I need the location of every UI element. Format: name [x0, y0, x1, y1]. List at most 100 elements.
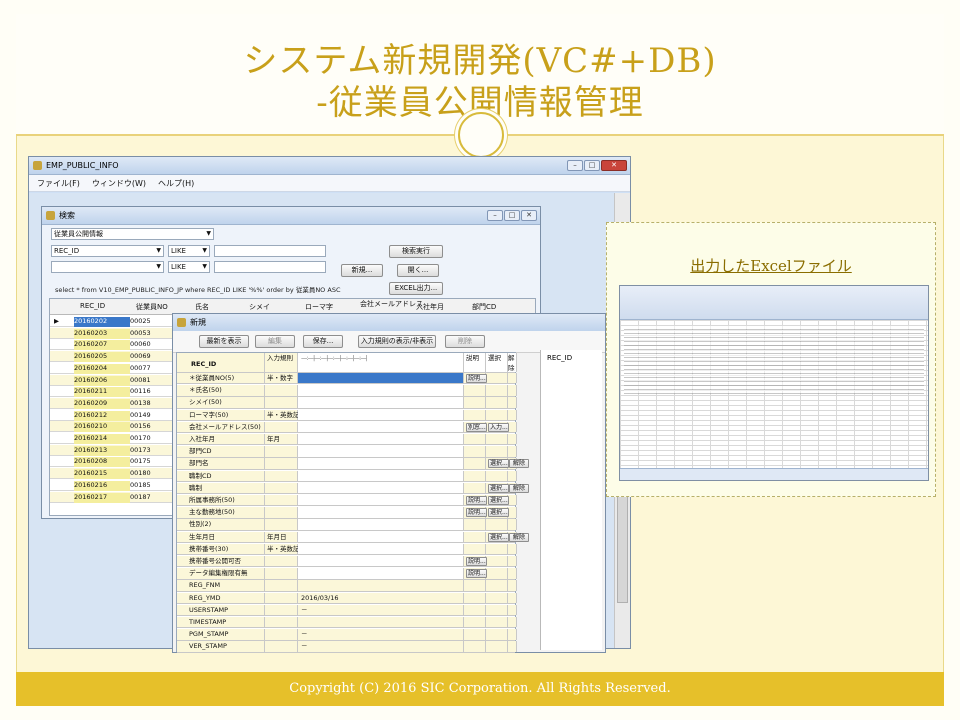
condition2-field-select[interactable]: ▼ [51, 261, 164, 273]
menu-file[interactable]: ファイル(F) [37, 178, 80, 189]
emp-no-cell[interactable]: 00077 [130, 364, 178, 374]
emp-no-cell[interactable]: 00175 [130, 457, 178, 467]
emp-no-cell[interactable]: 00187 [130, 493, 178, 503]
col-header-emp-no[interactable]: 従業員NO [136, 302, 168, 312]
emp-no-cell[interactable]: 00081 [130, 376, 178, 386]
emp-no-cell[interactable]: 00173 [130, 446, 178, 456]
emp-no-cell[interactable]: 00069 [130, 352, 178, 362]
search-execute-button[interactable]: 検索実行 [389, 245, 443, 258]
search-titlebar[interactable]: 検索 [42, 207, 540, 225]
col-header-dept-cd[interactable]: 部門CD [472, 302, 496, 312]
field-action-button[interactable]: 説明... [466, 374, 487, 383]
field-value-input[interactable] [298, 507, 464, 518]
emp-no-cell[interactable]: 00060 [130, 340, 178, 350]
field-action-button[interactable]: 解除 [509, 459, 529, 469]
new-titlebar[interactable]: 新規 [173, 314, 605, 332]
rec-id-cell[interactable]: 20160202 [74, 317, 130, 327]
field-value-input[interactable] [298, 446, 464, 457]
field-value-input[interactable] [298, 482, 464, 494]
field-value-input[interactable] [298, 543, 464, 555]
emp-no-cell[interactable]: 00025 [130, 317, 178, 327]
col-header-rec-id[interactable]: REC_ID [80, 302, 105, 310]
field-action-button[interactable]: 選択... [488, 532, 509, 542]
emp-no-cell[interactable]: 00185 [130, 481, 178, 491]
rec-id-cell[interactable]: 20160214 [74, 434, 130, 444]
minimize-button[interactable]: – [567, 160, 583, 171]
new-button[interactable]: 新規... [341, 264, 383, 277]
field-action-button[interactable]: 入力... [488, 422, 509, 432]
field-value-input[interactable] [298, 458, 464, 469]
rec-id-cell[interactable]: 20160207 [74, 340, 130, 351]
rec-id-cell[interactable]: 20160203 [74, 328, 130, 339]
emp-no-cell[interactable]: 00116 [130, 387, 178, 397]
rec-id-cell[interactable]: 20160210 [74, 422, 130, 433]
field-value-input[interactable] [298, 531, 464, 542]
edit-button[interactable]: 編集 [255, 335, 295, 348]
field-action-button[interactable]: 説明... [466, 557, 487, 566]
rec-id-cell[interactable]: 20160209 [74, 398, 130, 409]
table-select[interactable]: 従業員公開情報 ▼ [51, 228, 214, 240]
search-close-button[interactable]: ✕ [521, 210, 537, 221]
close-button[interactable]: ✕ [601, 160, 627, 171]
field-value-input[interactable] [298, 397, 464, 408]
rec-id-cell[interactable]: 20160216 [74, 480, 130, 491]
condition2-value-input[interactable] [214, 261, 326, 273]
field-action-button[interactable]: 選択... [488, 483, 509, 493]
emp-no-cell[interactable]: 00170 [130, 434, 178, 444]
open-button[interactable]: 開く... [397, 264, 439, 277]
rec-id-cell[interactable]: 20160217 [74, 492, 130, 503]
col-header-kana[interactable]: シメイ [249, 302, 270, 312]
field-action-button[interactable]: 説明... [466, 569, 487, 579]
menu-window[interactable]: ウィンドウ(W) [92, 178, 146, 189]
field-action-button[interactable]: 説明... [466, 496, 487, 505]
field-action-button[interactable]: 解除 [509, 532, 529, 542]
condition1-field-select[interactable]: REC_ID ▼ [51, 245, 164, 257]
field-value-input[interactable] [298, 568, 464, 579]
rec-id-cell[interactable]: 20160211 [74, 387, 130, 398]
emp-no-cell[interactable]: 00053 [130, 329, 178, 339]
rec-id-cell[interactable]: 20160212 [74, 410, 130, 421]
rec-id-cell[interactable]: 20160215 [74, 469, 130, 480]
field-value-input[interactable] [298, 385, 464, 396]
search-maximize-button[interactable]: □ [504, 210, 520, 221]
search-minimize-button[interactable]: – [487, 210, 503, 221]
emp-no-cell[interactable]: 00156 [130, 422, 178, 432]
field-value-input[interactable] [298, 519, 464, 530]
col-header-email[interactable]: 会社メールアドレス [360, 299, 423, 309]
field-action-button[interactable]: 選択... [488, 508, 509, 518]
emp-no-cell[interactable]: 00149 [130, 411, 178, 421]
excel-export-button[interactable]: EXCEL出力... [389, 282, 443, 295]
field-action-button[interactable]: 解除 [509, 483, 529, 493]
rec-id-cell[interactable]: 20160213 [74, 445, 130, 456]
condition1-value-input[interactable] [214, 245, 326, 257]
rec-id-cell[interactable]: 20160208 [74, 457, 130, 468]
delete-button[interactable]: 削除 [445, 335, 485, 348]
col-header-romaji[interactable]: ローマ字 [305, 302, 333, 312]
main-titlebar[interactable]: EMP_PUBLIC_INFO [29, 157, 630, 175]
rec-id-cell[interactable]: 20160204 [74, 363, 130, 374]
menu-help[interactable]: ヘルプ(H) [158, 178, 194, 189]
field-value-input[interactable] [298, 373, 464, 384]
field-value-input[interactable] [298, 434, 464, 445]
emp-no-cell[interactable]: 00138 [130, 399, 178, 409]
col-header-name[interactable]: 氏名 [195, 302, 209, 312]
field-action-button[interactable]: 選択... [488, 496, 509, 505]
refresh-button[interactable]: 最新を表示 [199, 335, 249, 348]
emp-no-cell[interactable]: 00180 [130, 469, 178, 479]
col-header-join-date[interactable]: 入社年月 [416, 302, 444, 312]
field-value-input[interactable] [298, 409, 464, 420]
maximize-button[interactable]: □ [584, 160, 600, 171]
field-action-button[interactable]: 説明... [466, 508, 487, 518]
field-value-input[interactable] [298, 495, 464, 506]
field-action-button[interactable]: 別窓... [466, 422, 487, 432]
field-value-input[interactable] [298, 470, 464, 481]
field-action-button[interactable]: 選択... [488, 459, 509, 469]
rec-id-cell[interactable]: 20160206 [74, 375, 130, 386]
condition2-operator-select[interactable]: LIKE ▼ [168, 261, 210, 273]
field-value-input[interactable] [298, 421, 464, 433]
toggle-rules-button[interactable]: 入力規則の表示/非表示 [358, 335, 436, 348]
save-button[interactable]: 保存... [303, 335, 343, 348]
rec-id-cell[interactable]: 20160205 [74, 352, 130, 363]
condition1-operator-select[interactable]: LIKE ▼ [168, 245, 210, 257]
field-value-input[interactable] [298, 556, 464, 567]
